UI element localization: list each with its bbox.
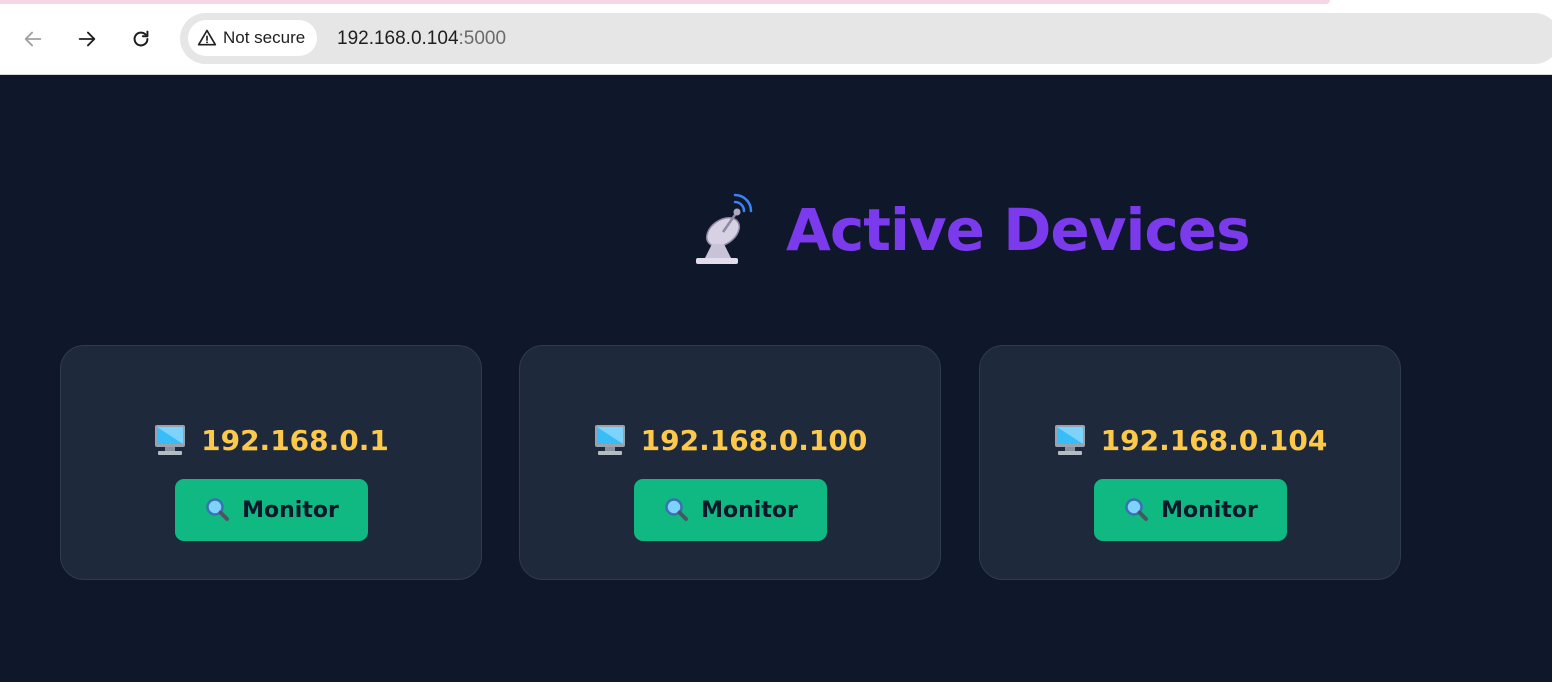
forward-button[interactable] [70, 22, 104, 56]
desktop-computer-icon [1054, 425, 1085, 455]
url-port: :5000 [458, 27, 507, 49]
monitor-button-label: Monitor [1161, 497, 1258, 523]
device-ip: 192.168.0.1 [201, 423, 389, 457]
magnifier-icon [1125, 498, 1149, 521]
reload-icon [133, 30, 149, 47]
monitor-button[interactable]: Monitor [1094, 479, 1287, 541]
device-card: 192.168.0.104 Monitor [979, 345, 1401, 580]
device-card: 192.168.0.100 Monitor [519, 345, 941, 580]
url-host: 192.168.0.104 [337, 27, 459, 49]
forward-arrow-icon [78, 31, 96, 47]
security-status-label: Not secure [223, 28, 306, 47]
monitor-button[interactable]: Monitor [634, 479, 827, 541]
device-header: 192.168.0.100 [520, 420, 940, 460]
magnifier-icon [665, 498, 689, 521]
monitor-button-label: Monitor [242, 497, 339, 523]
device-header: 192.168.0.104 [980, 420, 1400, 460]
desktop-computer-icon [594, 425, 625, 455]
satellite-dish-icon [696, 193, 753, 264]
device-ip: 192.168.0.100 [640, 423, 868, 457]
browser-toolbar: Not secure 192.168.0.104:5000 [0, 0, 1552, 75]
address-bar[interactable]: Not secure 192.168.0.104:5000 [180, 13, 1552, 64]
url-text[interactable]: 192.168.0.104:5000 [337, 13, 506, 64]
magnifier-icon [206, 498, 230, 521]
page-title: Active Devices [786, 196, 1251, 264]
tab-strip [0, 0, 1330, 4]
site-info-button[interactable]: Not secure [188, 20, 318, 56]
device-ip: 192.168.0.104 [1100, 423, 1328, 457]
back-button[interactable] [16, 22, 50, 56]
device-card: 192.168.0.1 Monitor [60, 345, 482, 580]
page-header: Active Devices [690, 188, 1251, 272]
desktop-computer-icon [155, 425, 186, 455]
back-arrow-icon [24, 31, 42, 47]
monitor-button[interactable]: Monitor [175, 479, 368, 541]
reload-button[interactable] [124, 22, 158, 56]
device-header: 192.168.0.1 [61, 420, 481, 460]
monitor-button-label: Monitor [701, 497, 798, 523]
warning-triangle-icon [197, 29, 217, 46]
